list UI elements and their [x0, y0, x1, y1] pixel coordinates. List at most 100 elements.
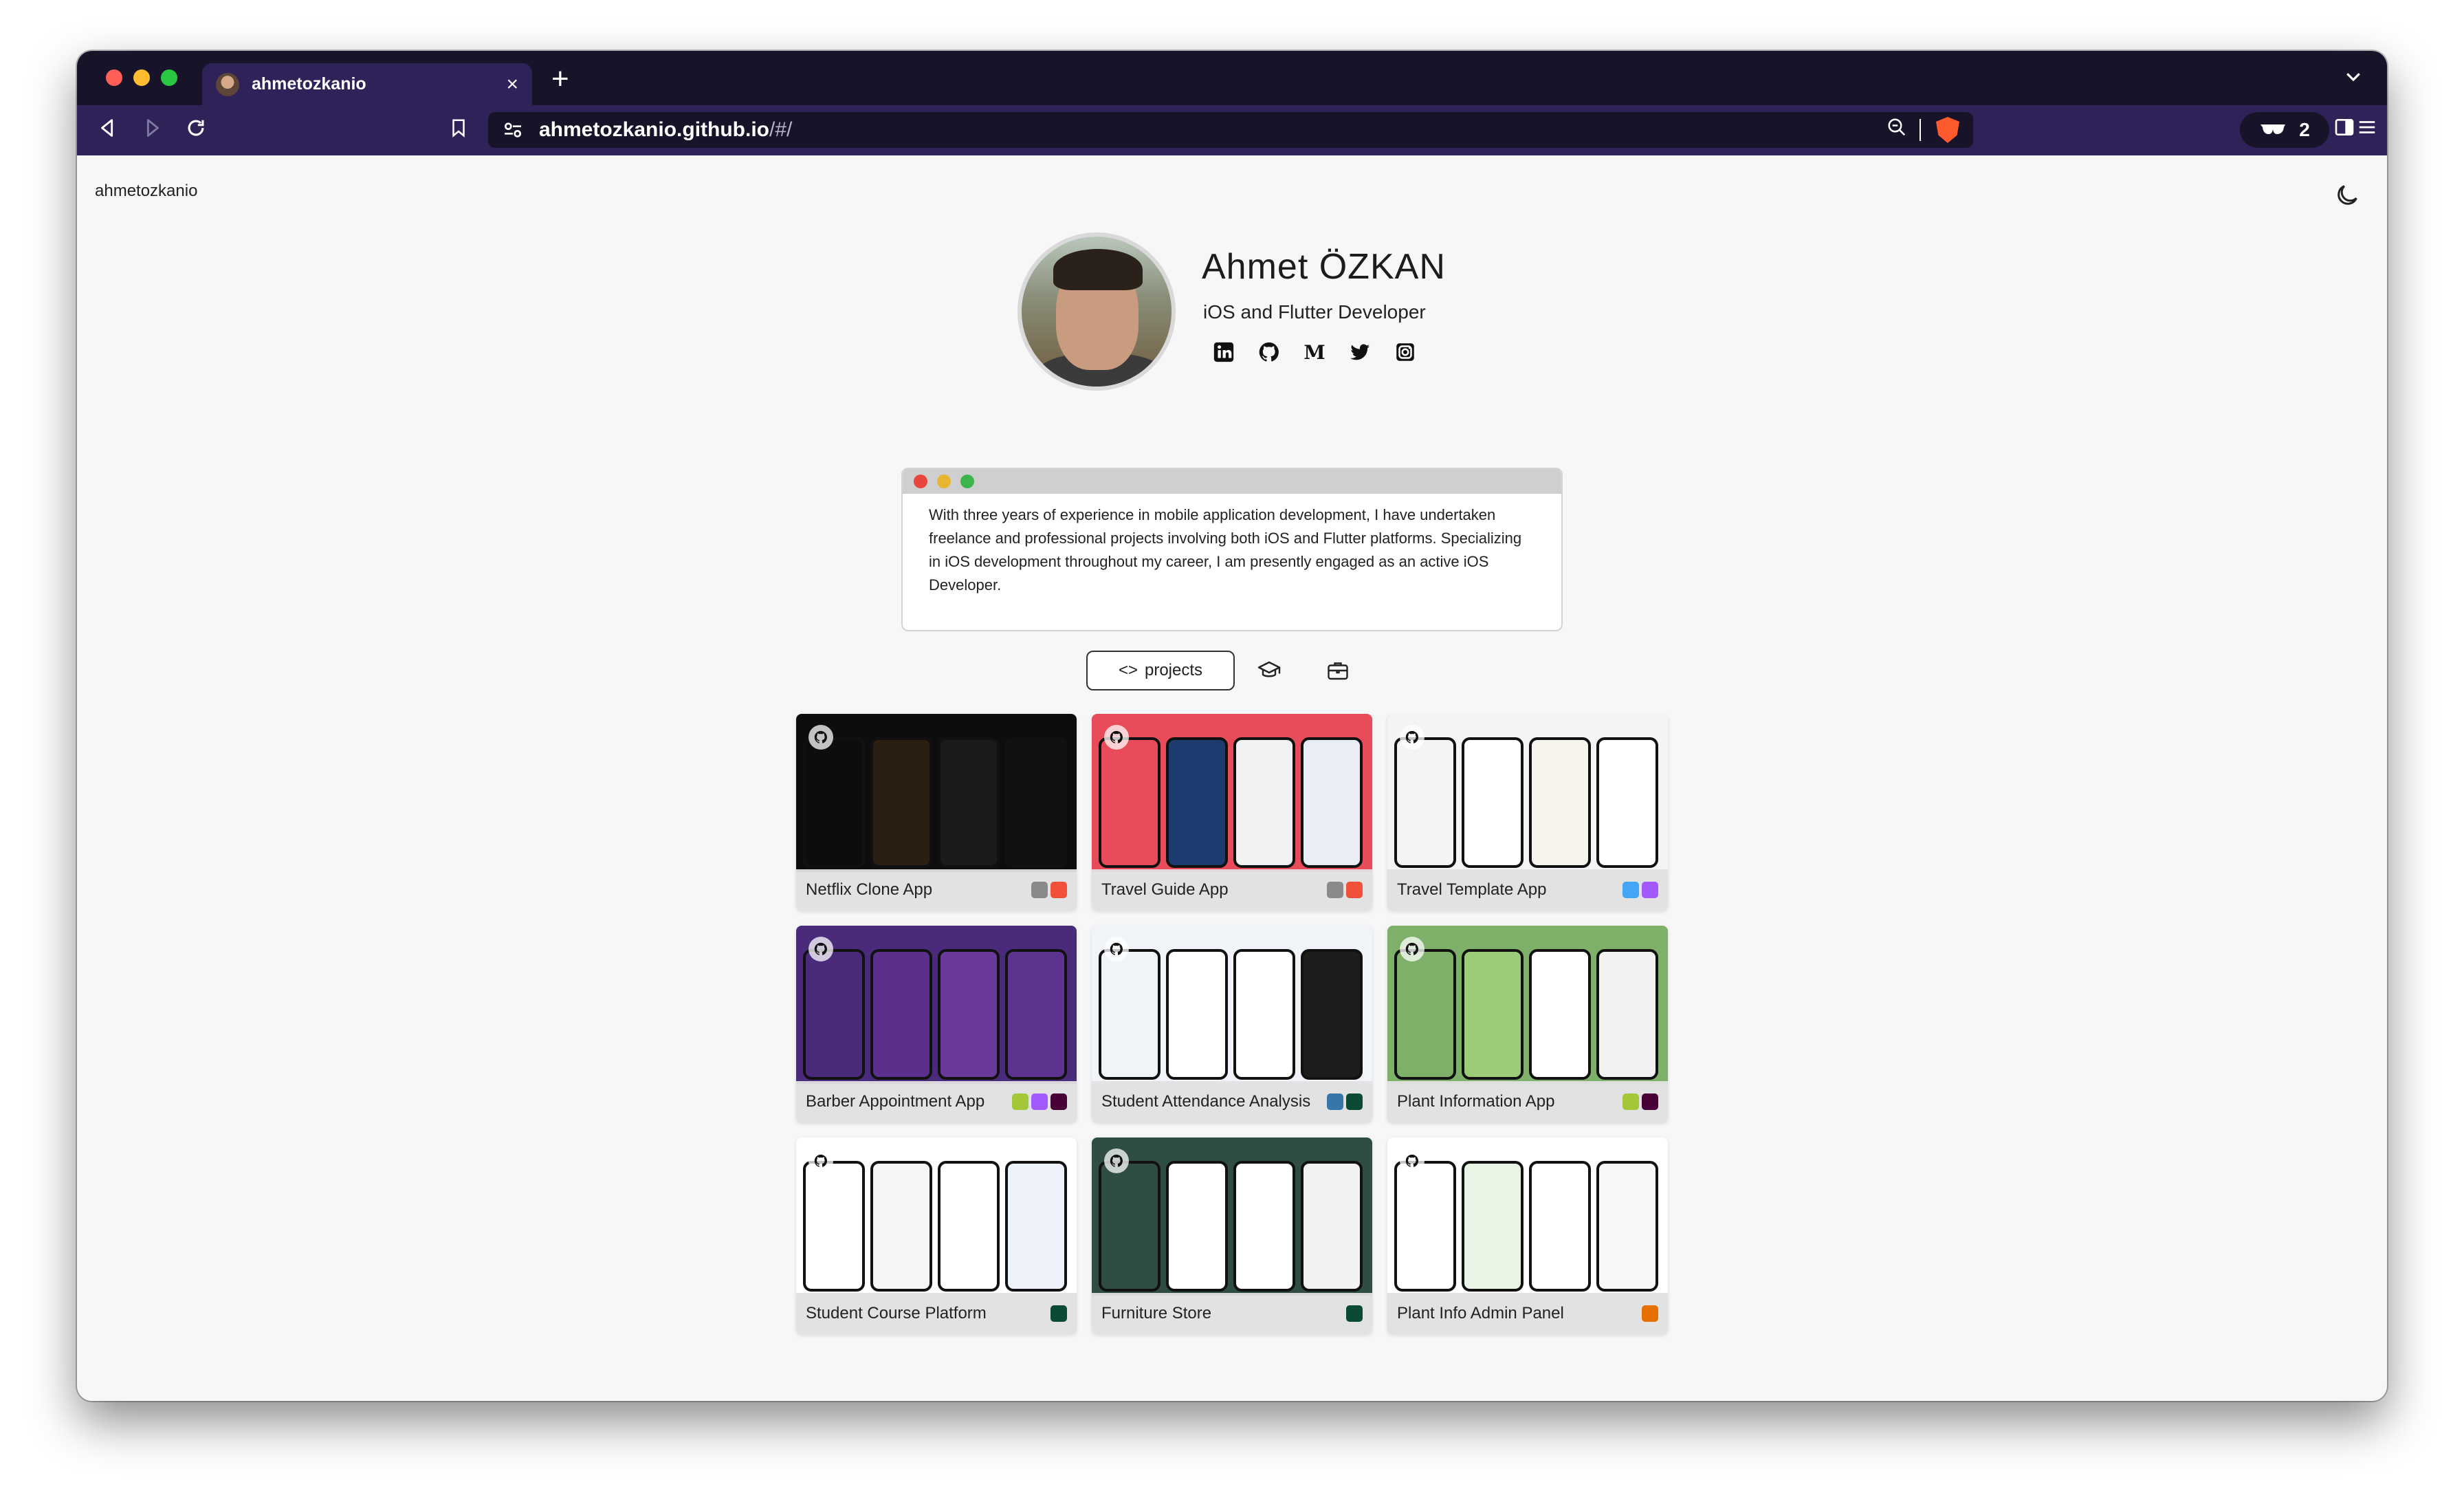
- project-screens: [803, 737, 1067, 868]
- swift-icon: [1050, 882, 1067, 898]
- project-card[interactable]: Plant Information App: [1387, 926, 1668, 1122]
- project-card-footer: Student Course Platform: [796, 1293, 1077, 1334]
- android-icon: [1012, 1093, 1028, 1110]
- project-screen: [1394, 737, 1456, 868]
- menu-icon[interactable]: [2357, 116, 2377, 144]
- project-title: Barber Appointment App: [806, 1092, 985, 1111]
- android-icon: [1622, 1093, 1639, 1110]
- minimize-window-button[interactable]: [133, 69, 150, 86]
- avatar: [1018, 232, 1176, 391]
- project-screenshot: [1092, 714, 1372, 872]
- tech-stack: [1642, 1305, 1658, 1322]
- reload-button[interactable]: [184, 116, 208, 146]
- project-card[interactable]: Travel Guide App: [1092, 714, 1372, 911]
- github-icon[interactable]: [1400, 725, 1424, 750]
- tech-stack: [1327, 882, 1363, 898]
- project-screen: [1462, 1161, 1524, 1292]
- github-icon[interactable]: [1257, 340, 1282, 364]
- project-screenshot: [1092, 1138, 1372, 1296]
- linkedin-icon[interactable]: [1211, 340, 1236, 364]
- twitter-icon[interactable]: [1348, 340, 1372, 364]
- project-card[interactable]: Plant Info Admin Panel: [1387, 1138, 1668, 1334]
- tech-stack: [1050, 1305, 1067, 1322]
- avatar-hair: [1053, 249, 1143, 290]
- bio-text: With three years of experience in mobile…: [929, 506, 1522, 594]
- project-card-footer: Barber Appointment App: [796, 1081, 1077, 1122]
- private-window-profile-button[interactable]: 2: [2240, 112, 2329, 148]
- new-tab-button[interactable]: +: [551, 62, 569, 96]
- sidebar-icon[interactable]: [2333, 116, 2355, 144]
- zoom-icon[interactable]: [1886, 117, 1907, 143]
- bio-card-titlebar: [903, 469, 1561, 494]
- project-screen: [870, 1161, 932, 1292]
- github-icon[interactable]: [808, 725, 833, 750]
- instagram-icon[interactable]: [1393, 340, 1418, 364]
- close-window-button[interactable]: [106, 69, 122, 86]
- tech-stack: [1327, 1093, 1363, 1110]
- tech-stack: [1012, 1093, 1067, 1110]
- bio-green-dot: [960, 475, 974, 488]
- project-screen: [1529, 1161, 1591, 1292]
- python-icon: [1327, 1093, 1343, 1110]
- project-card[interactable]: Student Course Platform: [796, 1138, 1077, 1334]
- project-card[interactable]: Student Attendance Analysis: [1092, 926, 1372, 1122]
- brave-shields-icon[interactable]: [1936, 117, 1959, 143]
- back-button[interactable]: [96, 116, 120, 146]
- url-host: ahmetozkanio.github.io: [539, 118, 769, 141]
- bookmark-button[interactable]: [448, 116, 469, 146]
- url-text[interactable]: ahmetozkanio.github.io/#/: [539, 118, 1886, 142]
- project-card-footer: Furniture Store: [1092, 1293, 1372, 1334]
- project-screenshot: [1387, 714, 1668, 872]
- project-card[interactable]: Barber Appointment App: [796, 926, 1077, 1122]
- tab-list-chevron-icon[interactable]: [2343, 66, 2364, 92]
- github-icon[interactable]: [1104, 725, 1129, 750]
- project-screen: [870, 737, 932, 868]
- project-screen: [1529, 949, 1591, 1080]
- project-screen: [870, 949, 932, 1080]
- project-screens: [803, 949, 1067, 1080]
- section-tabs: <> projects: [1086, 651, 1372, 690]
- window-controls: [106, 69, 177, 86]
- tech-stack: [1346, 1305, 1363, 1322]
- browser-toolbar: ahmetozkanio.github.io/#/ 2: [77, 105, 2387, 155]
- tab-close-button[interactable]: ×: [506, 73, 518, 96]
- tab-education[interactable]: [1235, 651, 1304, 690]
- browser-window: ahmetozkanio × + ahmetozkanio.github.io/…: [77, 51, 2387, 1401]
- project-title: Travel Guide App: [1101, 880, 1229, 899]
- project-card[interactable]: Netflix Clone App: [796, 714, 1077, 911]
- project-screen: [1394, 1161, 1456, 1292]
- profile-count: 2: [2299, 119, 2310, 140]
- project-card-footer: Travel Guide App: [1092, 869, 1372, 911]
- forward-button[interactable]: [140, 116, 164, 146]
- medium-icon[interactable]: M: [1302, 340, 1327, 364]
- github-icon[interactable]: [1104, 937, 1129, 961]
- briefcase-icon: [1328, 662, 1348, 680]
- github-icon[interactable]: [1400, 1149, 1424, 1173]
- github-icon[interactable]: [808, 1149, 833, 1173]
- code-icon: <>: [1118, 661, 1138, 679]
- project-screen: [1462, 949, 1524, 1080]
- project-card[interactable]: Furniture Store: [1092, 1138, 1372, 1334]
- address-bar[interactable]: ahmetozkanio.github.io/#/: [488, 112, 1973, 148]
- project-screenshot: [1387, 926, 1668, 1084]
- github-icon[interactable]: [1104, 1149, 1129, 1173]
- tab-experience[interactable]: [1304, 651, 1372, 690]
- project-screen: [1596, 949, 1658, 1080]
- project-screenshot: [796, 714, 1077, 872]
- github-icon[interactable]: [1400, 937, 1424, 961]
- project-screens: [1394, 1161, 1658, 1292]
- site-settings-icon[interactable]: [502, 119, 524, 141]
- page-content: ahmetozkanio Ahmet ÖZKAN iOS and Flutter…: [77, 155, 2387, 1401]
- project-title: Travel Template App: [1397, 880, 1547, 899]
- dark-mode-toggle-moon-icon[interactable]: [2333, 182, 2361, 209]
- bio-yellow-dot: [937, 475, 951, 488]
- project-screen: [1005, 1161, 1067, 1292]
- site-logo-link[interactable]: ahmetozkanio: [95, 182, 197, 201]
- project-title: Plant Info Admin Panel: [1397, 1304, 1564, 1323]
- project-screens: [1099, 1161, 1363, 1292]
- tab-projects[interactable]: <> projects: [1086, 651, 1235, 690]
- project-card[interactable]: Travel Template App: [1387, 714, 1668, 911]
- browser-tab[interactable]: ahmetozkanio ×: [202, 63, 532, 105]
- maximize-window-button[interactable]: [161, 69, 177, 86]
- github-icon[interactable]: [808, 937, 833, 961]
